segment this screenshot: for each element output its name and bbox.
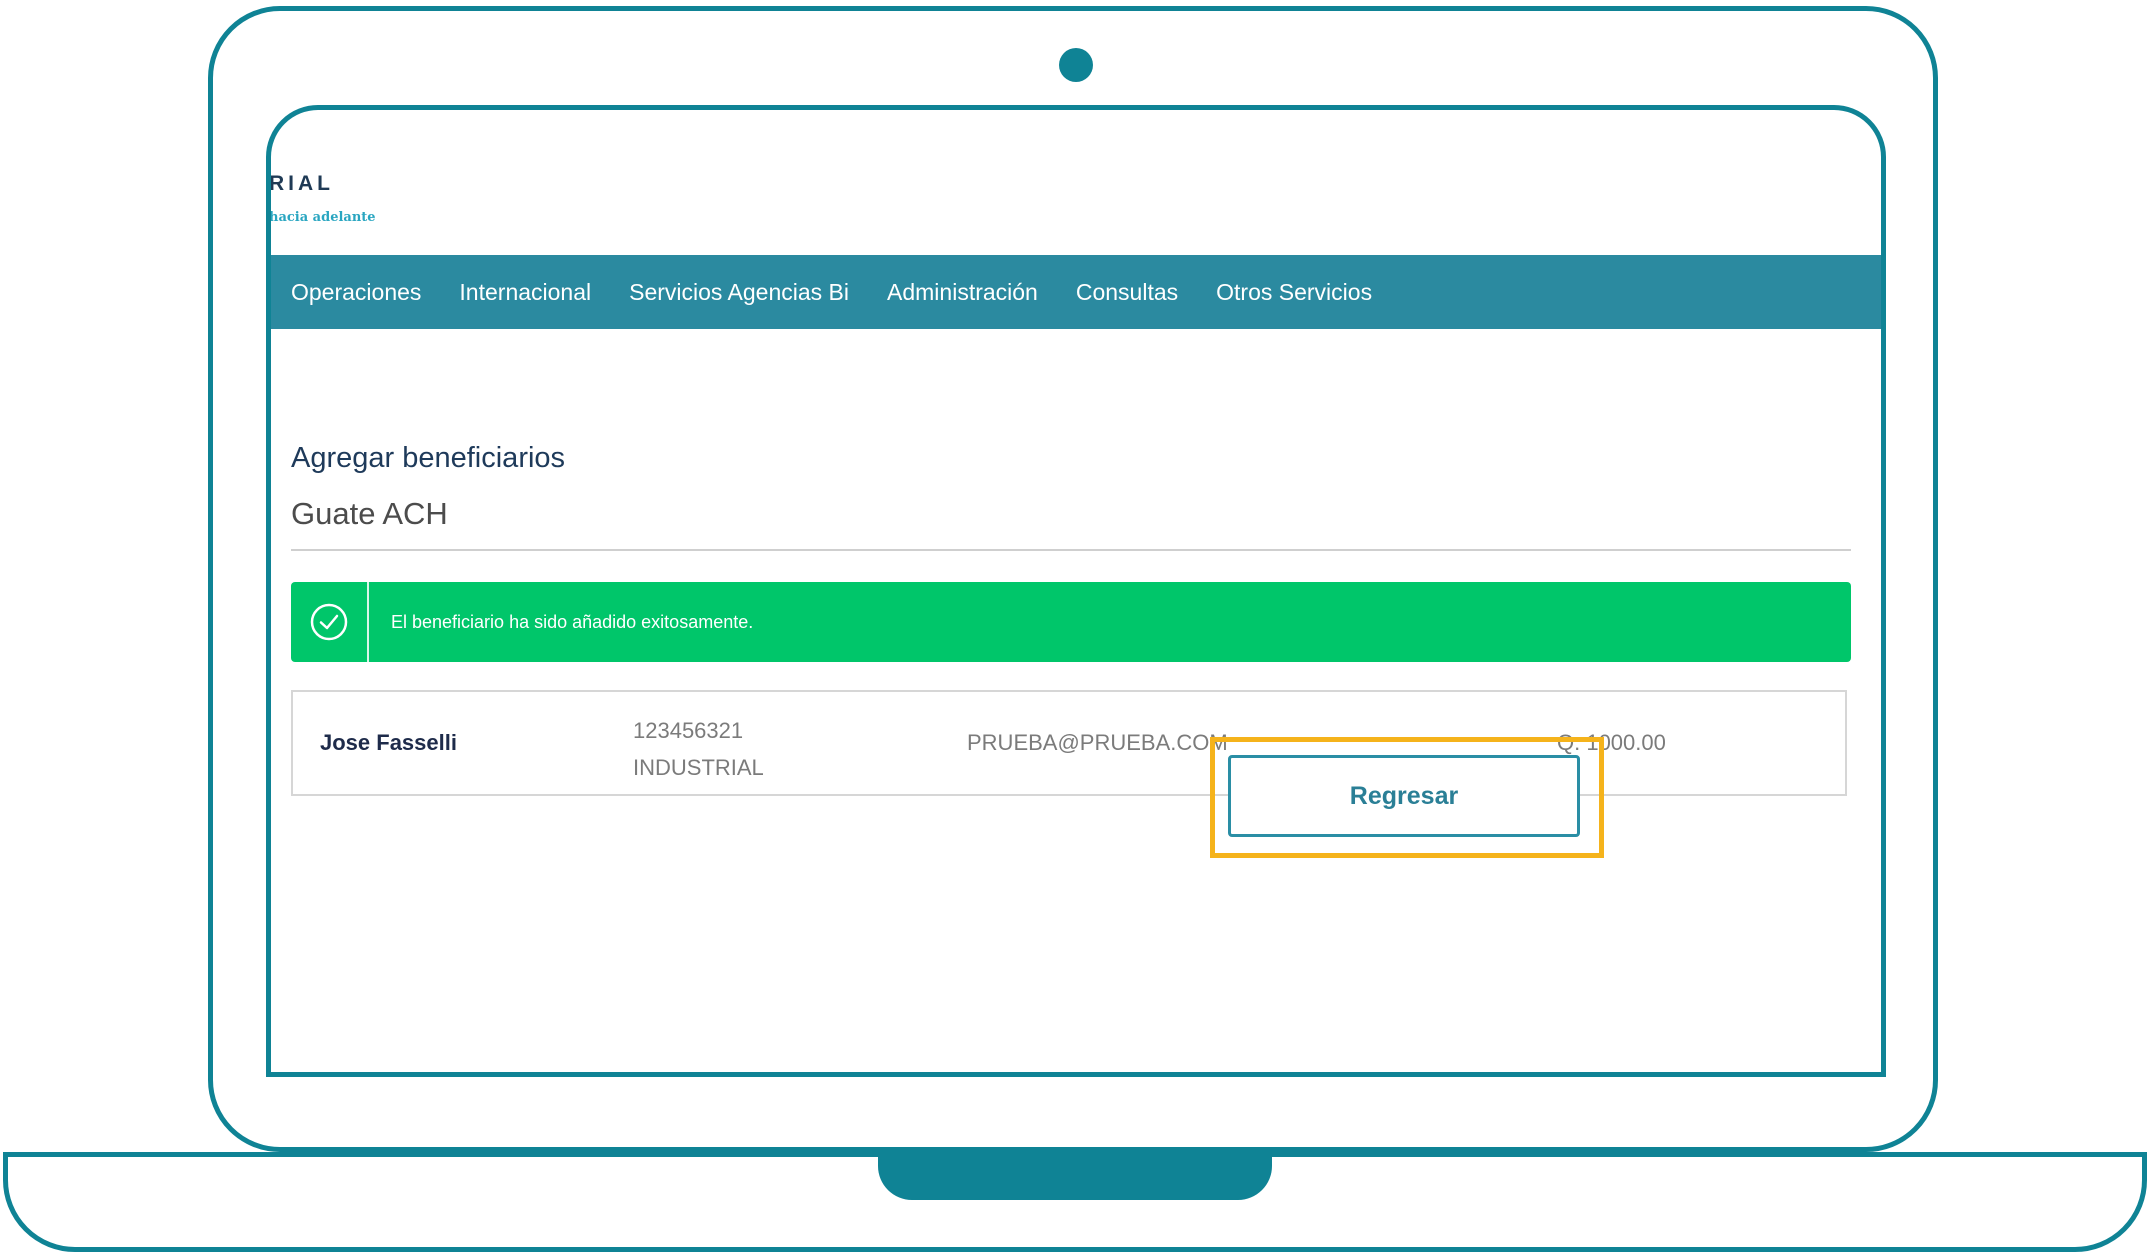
camera-icon	[1059, 48, 1093, 82]
nav-item-operaciones[interactable]: Operaciones	[291, 279, 421, 306]
nav-item-administracion[interactable]: Administración	[887, 279, 1038, 306]
beneficiary-name: Jose Fasselli	[320, 730, 457, 755]
main-navbar: Operaciones Internacional Servicios Agen…	[271, 255, 1881, 329]
laptop-screen: RIAL hacia adelante Operaciones Internac…	[266, 105, 1886, 1077]
alert-message: El beneficiario ha sido añadido exitosam…	[391, 611, 754, 632]
alert-icon-container	[291, 582, 369, 662]
laptop-base-notch	[878, 1152, 1272, 1200]
back-button[interactable]: Regresar	[1228, 755, 1580, 837]
beneficiary-account-number: 123456321	[633, 718, 744, 743]
section-divider	[291, 549, 1851, 551]
brand-logo: RIAL	[269, 172, 334, 195]
check-circle-icon	[310, 603, 348, 641]
brand-tagline: hacia adelante	[269, 210, 376, 225]
beneficiary-bank: INDUSTRIAL	[633, 755, 764, 780]
page-subtitle: Guate ACH	[291, 496, 448, 531]
beneficiary-card: Jose Fasselli 123456321 INDUSTRIAL PRUEB…	[291, 690, 1847, 796]
nav-item-internacional[interactable]: Internacional	[459, 279, 591, 306]
beneficiary-email: PRUEBA@PRUEBA.COM	[967, 730, 1228, 755]
beneficiary-account-block: 123456321 INDUSTRIAL	[633, 712, 764, 786]
nav-item-otros-servicios[interactable]: Otros Servicios	[1216, 279, 1372, 306]
success-alert: El beneficiario ha sido añadido exitosam…	[291, 582, 1851, 662]
page-title: Agregar beneficiarios	[291, 442, 566, 474]
nav-item-servicios-agencias[interactable]: Servicios Agencias Bi	[629, 279, 849, 306]
nav-item-consultas[interactable]: Consultas	[1076, 279, 1178, 306]
